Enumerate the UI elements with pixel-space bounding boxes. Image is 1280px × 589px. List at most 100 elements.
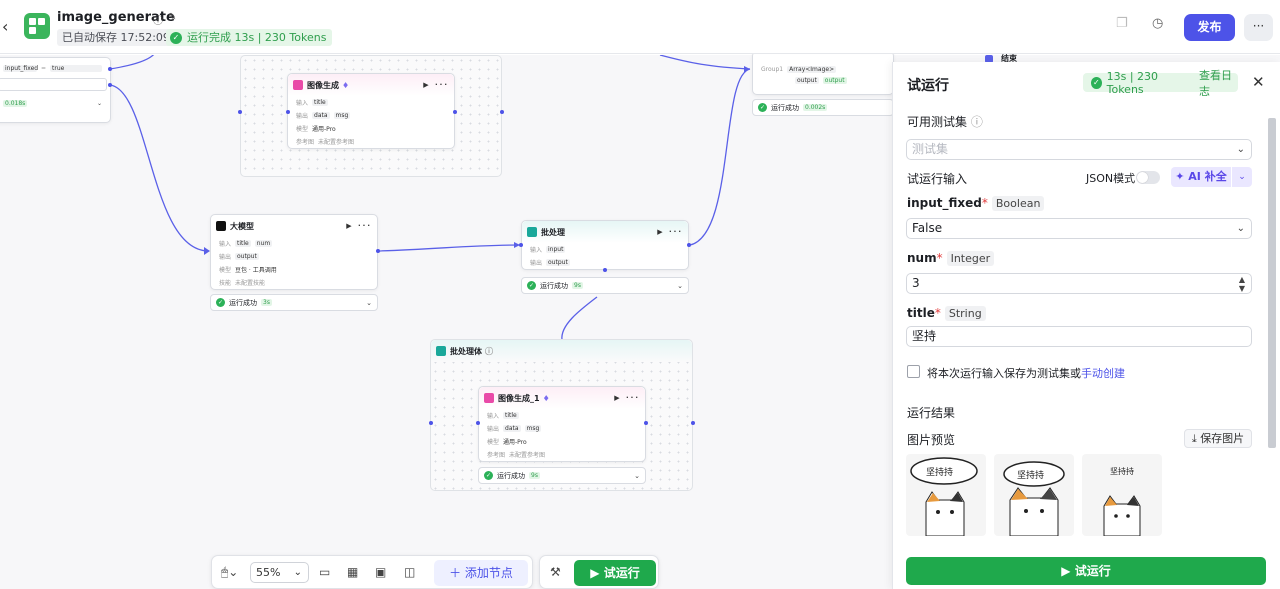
image-icon[interactable]: ▣ — [375, 565, 386, 579]
merge-status[interactable]: ✓ 运行成功 0.002s — [752, 99, 894, 116]
chevron-down-icon[interactable]: ⌄ — [1232, 167, 1252, 187]
diamond-icon: ♦ — [342, 80, 350, 90]
comment-icon[interactable]: ▭ — [319, 565, 330, 579]
add-node-button[interactable]: ＋ 添加节点 — [434, 560, 528, 586]
preview-image-1[interactable]: 坚持持 — [906, 454, 986, 536]
input-fixed-select[interactable]: False ⌄ — [906, 218, 1252, 239]
node-actions-icon[interactable]: ▶ ··· — [657, 228, 683, 236]
test-set-select[interactable]: 测试集 ⌄ — [906, 139, 1252, 160]
panel-title: 试运行 — [907, 78, 949, 94]
num-stepper[interactable]: 3 ▲ ▼ — [906, 273, 1252, 294]
back-arrow-icon[interactable]: ‹ — [2, 17, 8, 36]
json-mode-toggle[interactable] — [1136, 171, 1160, 184]
more-options-icon[interactable]: ··· — [1244, 14, 1273, 41]
ai-fill-label: AI 补全 — [1188, 170, 1227, 183]
field-label-input-fixed: input_fixed* Boolean — [907, 196, 1045, 211]
model: 通用-Pro — [503, 439, 527, 446]
chevron-down-icon[interactable]: ⌄ — [677, 282, 683, 290]
panel-scrollbar[interactable] — [1267, 112, 1277, 552]
merge-node[interactable]: Group1 Array<Image> output output — [752, 51, 894, 95]
check-icon: ✓ — [170, 31, 182, 44]
start-node[interactable]: input_fixed = true 0.018s ⌄ — [0, 57, 111, 123]
field-value: False — [912, 221, 943, 235]
label: 输出 — [530, 260, 543, 267]
group-label: Group1 — [761, 66, 784, 73]
node-actions-icon[interactable]: ▶ ··· — [423, 81, 449, 89]
llm-node[interactable]: 大模型 ▶ ··· 输入 title num 输出 output 模型 豆包 · 工具调用… — [210, 214, 378, 290]
save-image-button[interactable]: ⤓ 保存图片 — [1184, 429, 1252, 448]
preview-image-3[interactable]: 坚持持 — [1082, 454, 1162, 536]
canvas-toolbar: 🖱⌄ 55% ⌄ ▭ ▦ ▣ ◫ ＋ 添加节点 — [211, 555, 533, 589]
batch-icon — [436, 346, 446, 356]
llm-status[interactable]: ✓ 运行成功 3s ⌄ — [210, 294, 378, 311]
field-name: num — [907, 251, 937, 265]
node-title: 大模型 — [230, 221, 254, 231]
label: 参考图 — [487, 452, 506, 459]
ref: 未配置参考图 — [509, 452, 546, 459]
edit-icon[interactable]: ✎ — [168, 12, 176, 23]
manual-create-link[interactable]: 手动创建 — [1081, 367, 1125, 380]
node-title: 批处理 — [541, 227, 565, 237]
try-run-button[interactable]: ▶ 试运行 — [574, 560, 656, 586]
status-text: 运行成功 — [540, 281, 568, 290]
status-time: 9s — [529, 472, 540, 479]
download-icon: ⤓ — [1191, 432, 1197, 445]
image-gen-1-node[interactable]: 图像生成_1 ♦ ▶ ··· 输入 title 输出 data msg 模型 通用-Pro … — [478, 386, 646, 462]
preview-image-2[interactable]: 坚持持 — [994, 454, 1074, 536]
label: 输入 — [530, 247, 543, 254]
node-actions-icon[interactable]: ▶ ··· — [346, 222, 372, 230]
run-label: 试运行 — [1074, 564, 1111, 578]
minimap-icon[interactable]: ◫ — [404, 565, 415, 579]
title-input[interactable]: 坚持 — [906, 326, 1252, 347]
wrench-icon[interactable]: ⚒ — [550, 565, 561, 579]
label: 输入 — [487, 413, 500, 420]
add-node-label: 添加节点 — [464, 566, 513, 580]
status-text: 运行成功 — [497, 471, 525, 480]
check-icon: ✓ — [216, 298, 225, 307]
var: title — [503, 412, 519, 419]
run-toolbar: ⚒ ▶ 试运行 — [539, 555, 659, 589]
close-icon[interactable]: ✕ — [1252, 73, 1265, 91]
batch-status[interactable]: ✓ 运行成功 9s ⌄ — [521, 277, 689, 294]
stepper-arrows-icon[interactable]: ▲ ▼ — [1239, 275, 1245, 293]
publish-button[interactable]: 发布 — [1184, 14, 1235, 41]
run-badge: ✓ 13s | 230 Tokens 查看日志 — [1083, 69, 1238, 98]
var: data — [312, 112, 330, 119]
node-actions-icon[interactable]: ▶ ··· — [614, 394, 640, 402]
check-icon: ✓ — [758, 103, 767, 112]
layout-icon[interactable]: ▦ — [347, 565, 358, 579]
cat-illustration: 坚持持 — [910, 457, 978, 536]
chevron-down-icon[interactable]: ⌄ — [634, 472, 640, 480]
history-icon[interactable]: ◷ — [1152, 16, 1163, 31]
field-name: title — [907, 306, 935, 320]
label: 输入 — [296, 100, 309, 107]
chevron-down-icon: ⌄ — [1236, 223, 1245, 234]
label: 模型 — [296, 126, 309, 133]
var: input — [546, 246, 566, 253]
bubble-text: 坚持持 — [1017, 469, 1044, 481]
image-gen-1-status[interactable]: ✓ 运行成功 9s ⌄ — [478, 467, 646, 484]
run-button[interactable]: ▶ 试运行 — [906, 557, 1266, 585]
field-label-num: num* Integer — [907, 251, 995, 266]
save-test-set-checkbox[interactable] — [907, 365, 920, 378]
json-mode-label: JSON模式 — [1086, 172, 1136, 185]
var: output — [822, 77, 847, 84]
preview-label: 图片预览 — [907, 433, 956, 447]
batch-node[interactable]: 批处理 ▶ ··· 输入 input 输出 output — [521, 220, 689, 270]
view-log-link[interactable]: 查看日志 — [1199, 67, 1238, 99]
bubble-text: 坚持持 — [926, 466, 953, 478]
image-gen-node[interactable]: 图像生成 ♦ ▶ ··· 输入 title 输出 data msg 模型 通用-Pro 参考… — [287, 73, 455, 149]
bubble-text: 坚持持 — [1110, 466, 1134, 476]
field-value: 坚持 — [912, 329, 937, 343]
zoom-select[interactable]: 55% ⌄ — [250, 562, 309, 583]
image-icon — [484, 393, 494, 403]
label: 输出 — [296, 113, 309, 120]
copy-icon[interactable]: ❐ — [1116, 16, 1128, 31]
ai-fill-button[interactable]: ✦ AI 补全 — [1171, 167, 1231, 187]
test-set-text: 可用测试集 — [907, 115, 968, 129]
field-name: input_fixed — [907, 196, 982, 210]
status-text: 运行成功 — [229, 298, 257, 307]
info-icon[interactable]: ⓘ — [153, 12, 163, 27]
chevron-down-icon[interactable]: ⌄ — [366, 299, 372, 307]
mouse-mode-icon[interactable]: 🖱⌄ — [221, 565, 238, 580]
